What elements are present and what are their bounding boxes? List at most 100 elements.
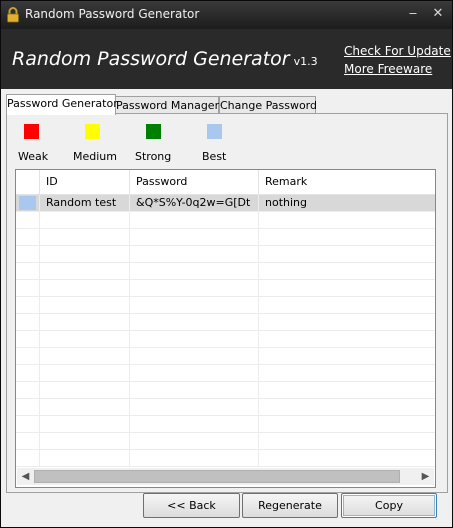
empty-cell [130,348,259,365]
tab-change-password[interactable]: Change Password [219,96,317,114]
tab-password-generator[interactable]: Password Generator [6,94,118,115]
empty-table-row [16,297,435,314]
check-for-update-link[interactable]: Check For Update [344,44,451,58]
empty-cell [130,416,259,433]
back-button[interactable]: << Back [143,493,240,518]
empty-cell [40,331,130,348]
empty-cell [16,280,40,297]
empty-cell [40,314,130,331]
empty-cell [259,246,435,263]
empty-cell [16,297,40,314]
empty-cell [259,416,435,433]
empty-cell [130,263,259,280]
lock-icon [7,7,19,23]
empty-table-row [16,399,435,416]
title-bar[interactable]: Random Password Generator ‒ ✕ [1,1,452,29]
best-swatch [207,124,222,139]
medium-swatch [85,124,100,139]
empty-cell [259,297,435,314]
app-window: Random Password Generator ‒ ✕ Random Pas… [0,0,453,528]
header-password[interactable]: Password [130,170,259,194]
scrollbar-thumb[interactable] [34,470,400,483]
empty-cell [16,212,40,229]
weak-swatch [24,124,39,139]
scroll-left-icon[interactable]: ◀ [17,468,34,485]
empty-table-row [16,433,435,450]
empty-table-row [16,212,435,229]
horizontal-scrollbar[interactable]: ◀ ▶ [17,468,434,485]
empty-cell [130,229,259,246]
empty-cell [130,280,259,297]
empty-cell [259,365,435,382]
empty-table-row [16,263,435,280]
app-title: Random Password Generator v1.3 [12,48,318,70]
copy-button[interactable]: Copy [341,493,437,518]
empty-cell [130,399,259,416]
empty-cell [16,229,40,246]
empty-cell [40,382,130,399]
empty-cell [259,450,435,467]
regenerate-button[interactable]: Regenerate [242,493,338,518]
empty-cell [16,365,40,382]
empty-cell [259,263,435,280]
header-remark[interactable]: Remark [259,170,435,194]
window-title: Random Password Generator [25,7,200,21]
version-label: v1.3 [293,55,318,68]
legend-medium-label: Medium [73,150,117,163]
best-strength-indicator [19,196,36,210]
empty-table-row [16,348,435,365]
scroll-right-icon[interactable]: ▶ [417,468,434,485]
empty-cell [259,314,435,331]
empty-cell [259,212,435,229]
empty-cell [259,331,435,348]
empty-cell [130,450,259,467]
empty-cell [130,365,259,382]
tab-password-manager[interactable]: Password Manager [115,96,219,114]
empty-cell [259,382,435,399]
empty-cell [40,416,130,433]
cell-remark: nothing [265,196,307,209]
strength-indicator-cell [16,195,40,212]
cell-password: &Q*S%Y-0q2w=G[Dt [130,195,259,212]
empty-cell [16,263,40,280]
empty-cell [16,416,40,433]
legend-weak-label: Weak [18,150,49,163]
empty-cell [40,365,130,382]
empty-cell [259,348,435,365]
empty-cell [40,280,130,297]
empty-cell [16,314,40,331]
strong-swatch [146,124,161,139]
empty-cell [259,399,435,416]
empty-cell [16,382,40,399]
empty-table-row [16,450,435,467]
empty-table-row [16,365,435,382]
empty-cell [40,433,130,450]
header-id[interactable]: ID [40,170,130,194]
empty-cell [16,348,40,365]
empty-cell [16,246,40,263]
header-indicator-column [16,170,40,194]
empty-cell [40,399,130,416]
password-table[interactable]: ID Password Remark Random test &Q*S%Y-0q… [15,169,436,488]
table-header: ID Password Remark [16,170,435,195]
empty-table-row [16,246,435,263]
legend-best-label: Best [202,150,227,163]
empty-cell [130,433,259,450]
empty-cell [130,246,259,263]
empty-cell [130,212,259,229]
empty-cell [130,382,259,399]
minimize-icon[interactable]: ‒ [406,7,420,21]
empty-cell [40,348,130,365]
table-row[interactable]: Random test &Q*S%Y-0q2w=G[Dt nothing [16,195,435,212]
empty-cell [40,263,130,280]
empty-cell [40,246,130,263]
empty-table-row [16,314,435,331]
more-freeware-link[interactable]: More Freeware [344,62,432,76]
empty-cell [259,433,435,450]
empty-cell [130,314,259,331]
empty-cell [16,399,40,416]
empty-cell [130,331,259,348]
close-icon[interactable]: ✕ [431,7,445,21]
empty-table-row [16,331,435,348]
empty-table-row [16,416,435,433]
